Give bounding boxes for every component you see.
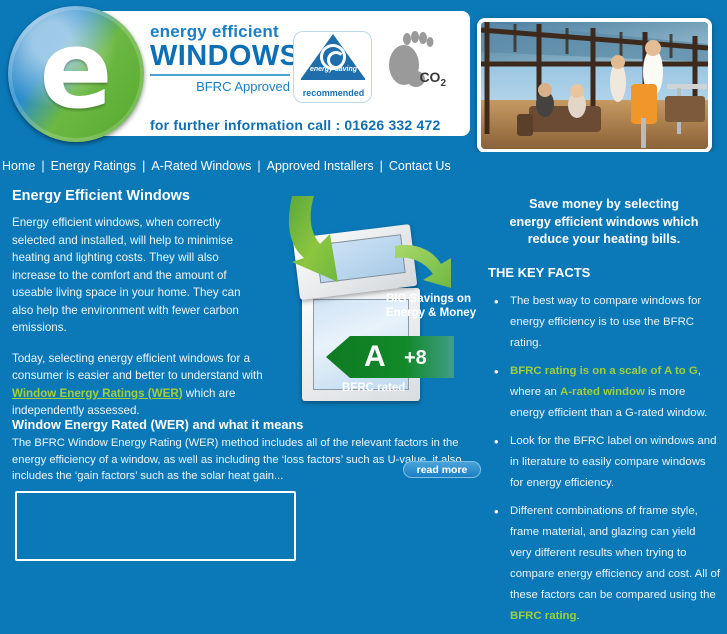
- rating-letter: A: [364, 340, 386, 373]
- sidebar-lead-text: Save money by selecting energy efficient…: [488, 196, 720, 249]
- sidebar-lead-line-2: energy efficient windows which: [509, 214, 699, 229]
- energy-saving-words: energy saving: [309, 66, 358, 73]
- rating-arrow-shape: [326, 336, 454, 378]
- energy-saving-recommended-icon: energy saving recommended: [293, 31, 372, 103]
- conservatory-hero-photo: [477, 18, 712, 152]
- nav-item-home[interactable]: Home: [2, 159, 35, 173]
- page-title: Energy Efficient Windows: [12, 188, 190, 204]
- brand-divider: [150, 74, 290, 76]
- right-sidebar: Save money by selecting energy efficient…: [488, 196, 720, 634]
- key-fact-item: BFRC rating is on a scale of A to G, whe…: [488, 361, 720, 424]
- key-fact-item: Different combinations of frame style, f…: [488, 501, 720, 627]
- brand-line-2: WINDOWS: [150, 40, 300, 72]
- small-green-arrow-icon: [395, 244, 451, 288]
- savings-line-2: Energy & Money: [386, 307, 477, 319]
- co2-label: CO2: [419, 69, 446, 89]
- sidebar-lead-line-1: Save money by selecting: [529, 197, 679, 211]
- key-fact-text: Different combinations of frame style, f…: [510, 504, 720, 601]
- nav-separator: |: [379, 159, 383, 173]
- key-fact-text: The best way to compare windows for ener…: [510, 294, 702, 349]
- intro-paragraph-1: Energy efficient windows, when correctly…: [12, 216, 241, 334]
- key-fact-text: Look for the BFRC label on windows and i…: [510, 434, 717, 489]
- nav-item-energy-ratings[interactable]: Energy Ratings: [51, 159, 136, 173]
- read-more-button[interactable]: read more: [403, 461, 481, 478]
- key-fact-item: The best way to compare windows for ener…: [488, 291, 720, 354]
- brand-line-1: energy efficient: [150, 22, 279, 41]
- key-facts-heading: THE KEY FACTS: [488, 264, 591, 280]
- savings-line-1: BIG Savings on: [386, 293, 471, 305]
- sidebar-lead-line-3: reduce your heating bills.: [527, 232, 681, 246]
- key-fact-item: Look for the BFRC label on windows and i…: [488, 431, 720, 494]
- logo-letter-e: e: [39, 8, 113, 133]
- wer-heading: Window Energy Rated (WER) and what it me…: [12, 417, 304, 432]
- nav-separator: |: [142, 159, 146, 173]
- energy-saving-recommended-text: recommended: [302, 88, 365, 98]
- co2-footprint-icon: CO2: [382, 31, 446, 97]
- key-facts-list: The best way to compare windows for ener…: [488, 291, 720, 627]
- nav-item-approved-installers[interactable]: Approved Installers: [267, 159, 374, 173]
- energy-efficient-windows-logo[interactable]: e: [8, 6, 144, 142]
- site-header: e energy efficient WINDOWS BFRC Approved…: [0, 0, 727, 152]
- key-fact-highlight[interactable]: A-rated window: [560, 386, 645, 398]
- big-green-arrow-icon: [288, 196, 338, 282]
- big-savings-caption: BIG Savings on Energy & Money: [386, 292, 486, 320]
- wer-link[interactable]: Window Energy Ratings (WER): [12, 387, 183, 400]
- key-fact-highlight[interactable]: BFRC rating: [510, 610, 576, 622]
- nav-item-contact-us[interactable]: Contact Us: [389, 159, 451, 173]
- bfrc-rated-caption: BFRC rated: [342, 382, 406, 394]
- bfrc-rating-badge: A +8: [326, 334, 454, 380]
- wer-body: The BFRC Window Energy Rating (WER) meth…: [12, 437, 462, 482]
- conservatory-illustration: [481, 22, 708, 149]
- nav-separator: |: [257, 159, 261, 173]
- main-content-left: Energy Efficient Windows Energy efficien…: [12, 188, 302, 433]
- brand-line-3: BFRC Approved: [196, 79, 290, 94]
- intro-paragraph-2: Today, selecting energy efficient window…: [12, 350, 265, 420]
- main-navigation[interactable]: Home | Energy Ratings | A-Rated Windows …: [0, 153, 727, 179]
- header-phone-text: for further information call : 01626 332…: [150, 117, 441, 133]
- empty-content-box: [15, 491, 296, 561]
- nav-item-a-rated-windows[interactable]: A-Rated Windows: [151, 159, 251, 173]
- rating-plus-value: +8: [404, 347, 427, 369]
- wer-section: Window Energy Rated (WER) and what it me…: [12, 417, 481, 485]
- paragraph2-before: Today, selecting energy efficient window…: [12, 351, 263, 383]
- window-rating-graphic: BIG Savings on Energy & Money A +8 BFRC …: [282, 196, 487, 411]
- nav-separator: |: [41, 159, 45, 173]
- brand-block: energy efficient WINDOWS BFRC Approved: [150, 22, 300, 94]
- key-fact-highlight[interactable]: BFRC rating is on a scale of A to G: [510, 365, 698, 377]
- key-fact-text: .: [576, 609, 580, 622]
